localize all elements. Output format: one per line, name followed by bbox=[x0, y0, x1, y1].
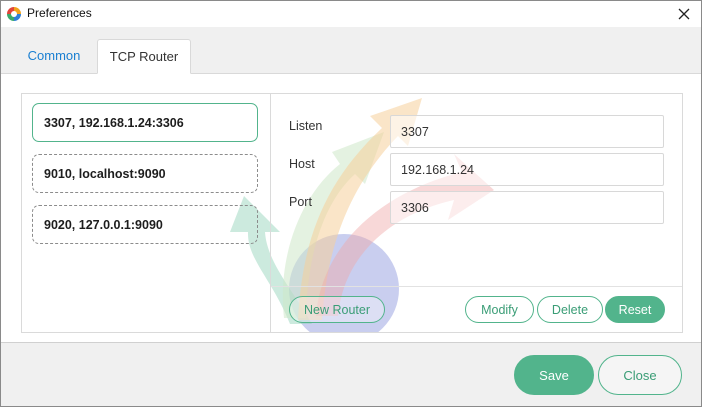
route-label: 9010, localhost:9090 bbox=[44, 166, 166, 181]
dialog-footer: Save Close bbox=[1, 343, 701, 406]
route-label: 9020, 127.0.0.1:9090 bbox=[44, 217, 163, 232]
host-label: Host bbox=[289, 157, 315, 171]
new-router-button[interactable]: New Router bbox=[289, 296, 385, 323]
tab-content: 3307, 192.168.1.24:3306 9010, localhost:… bbox=[1, 74, 701, 343]
close-icon bbox=[678, 8, 690, 20]
tab-tcp-router[interactable]: TCP Router bbox=[97, 39, 191, 74]
tab-common[interactable]: Common bbox=[15, 39, 93, 72]
route-item-9020[interactable]: 9020, 127.0.0.1:9090 bbox=[32, 205, 258, 244]
reset-button[interactable]: Reset bbox=[605, 296, 665, 323]
actions-divider bbox=[271, 286, 682, 287]
route-item-9010[interactable]: 9010, localhost:9090 bbox=[32, 154, 258, 193]
port-label: Port bbox=[289, 195, 312, 209]
modify-button[interactable]: Modify bbox=[465, 296, 534, 323]
panel-divider bbox=[270, 94, 271, 332]
close-button[interactable]: Close bbox=[598, 355, 682, 395]
route-item-3307[interactable]: 3307, 192.168.1.24:3306 bbox=[32, 103, 258, 142]
window-close-button[interactable] bbox=[667, 1, 701, 27]
router-panel: 3307, 192.168.1.24:3306 9010, localhost:… bbox=[21, 93, 683, 333]
listen-value: 3307 bbox=[401, 124, 429, 139]
tab-bar: Common TCP Router bbox=[1, 27, 701, 74]
listen-input[interactable]: 3307 bbox=[390, 115, 664, 148]
save-button[interactable]: Save bbox=[514, 355, 594, 395]
host-value: 192.168.1.24 bbox=[401, 162, 474, 177]
port-value: 3306 bbox=[401, 200, 429, 215]
window-title: Preferences bbox=[27, 6, 92, 20]
listen-label: Listen bbox=[289, 119, 323, 133]
preferences-dialog: Preferences Common TCP Router 3307, 192.… bbox=[0, 0, 702, 407]
route-label: 3307, 192.168.1.24:3306 bbox=[44, 115, 184, 130]
title-bar: Preferences bbox=[1, 1, 701, 27]
port-input[interactable]: 3306 bbox=[390, 191, 664, 224]
app-logo-icon bbox=[7, 7, 21, 21]
host-input[interactable]: 192.168.1.24 bbox=[390, 153, 664, 186]
delete-button[interactable]: Delete bbox=[537, 296, 603, 323]
